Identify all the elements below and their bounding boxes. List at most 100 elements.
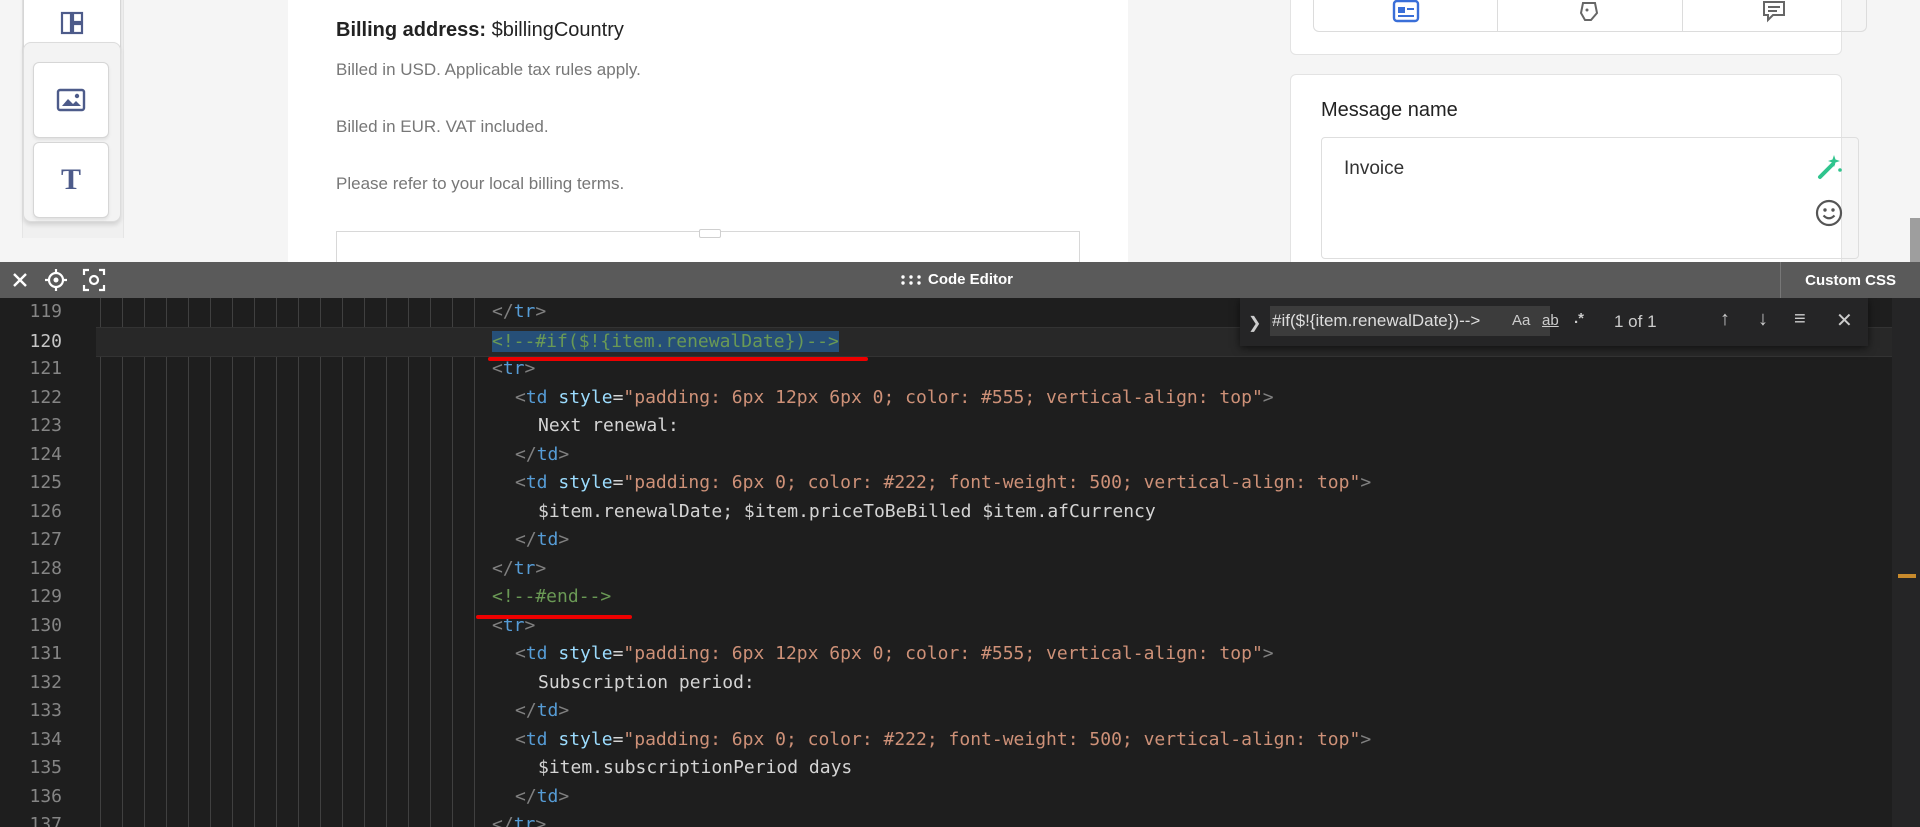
billing-note-local[interactable]: Please refer to your local billing terms… — [336, 174, 624, 194]
image-tool[interactable] — [33, 62, 109, 138]
code-token: </ — [515, 700, 537, 721]
line-number: 132 — [29, 671, 62, 693]
close-find-icon[interactable]: ✕ — [1836, 308, 1853, 333]
line-number: 133 — [29, 700, 62, 721]
code-text: Subscription period: — [538, 669, 755, 698]
code-line[interactable]: 122 <td style="padding: 6px 12px 6px 0; c… — [0, 384, 1900, 413]
whole-word-toggle[interactable]: ab — [1542, 312, 1559, 329]
page-scrollbar[interactable] — [1910, 218, 1920, 262]
billing-address-line[interactable]: Billing address: $billingCountry — [336, 19, 624, 42]
code-token: td — [525, 643, 548, 664]
previous-match-icon[interactable]: ↑ — [1720, 308, 1730, 331]
code-token: > — [1360, 472, 1372, 493]
next-match-icon[interactable]: ↓ — [1758, 308, 1768, 331]
emoji-icon[interactable] — [1814, 198, 1844, 233]
line-number: 137 — [29, 814, 62, 827]
message-name-value: Invoice — [1344, 158, 1405, 179]
code-token: "padding: 6px 12px 6px 0; color: #555; v… — [623, 643, 1263, 664]
code-token: tr — [513, 301, 536, 322]
find-query: #if($!{item.renewalDate})--> — [1272, 311, 1481, 330]
message-name-card: Message name Invoice — [1290, 74, 1859, 262]
code-token: style — [558, 472, 613, 493]
code-token: < — [515, 728, 526, 750]
annotation-underline — [476, 615, 632, 619]
line-number: 130 — [29, 614, 62, 636]
paint-icon — [1579, 2, 1599, 21]
code-text: </tr> — [492, 555, 546, 584]
code-line[interactable]: 123 Next renewal: — [0, 412, 1900, 441]
layout-icon — [60, 11, 84, 35]
toggle-replace-icon[interactable]: ❯ — [1248, 313, 1261, 333]
match-case-toggle[interactable]: Aa — [1512, 312, 1530, 329]
code-line[interactable]: 124 </td> — [0, 441, 1900, 470]
code-line[interactable]: 135 $item.subscriptionPeriod days — [0, 754, 1900, 783]
line-number: 129 — [29, 586, 62, 607]
code-token: > — [535, 814, 547, 827]
tab-comments[interactable] — [1683, 0, 1866, 31]
code-token: < — [492, 358, 503, 379]
code-text: Next renewal: — [538, 412, 679, 441]
code-line[interactable]: 132 Subscription period: — [0, 669, 1900, 698]
code-token: tr — [502, 358, 525, 379]
editor-title[interactable]: Code Editor — [900, 271, 1013, 288]
comment-icon — [1763, 1, 1786, 23]
code-line[interactable]: 128 </tr> — [0, 555, 1900, 584]
find-in-selection-icon[interactable]: ≡ — [1794, 308, 1806, 331]
code-token: < — [515, 643, 526, 664]
code-token: <!--#end--> — [492, 586, 612, 607]
resize-handle[interactable] — [699, 229, 721, 238]
text-icon: T — [60, 163, 81, 196]
code-line[interactable]: 127 </td> — [0, 526, 1900, 555]
focus-button[interactable] — [76, 262, 112, 298]
code-line[interactable]: 137 </tr> — [0, 811, 1900, 827]
code-token: > — [1360, 728, 1372, 750]
code-token: </ — [492, 814, 514, 827]
tab-content[interactable] — [1314, 0, 1499, 31]
code-line[interactable]: 131 <td style="padding: 6px 12px 6px 0; c… — [0, 640, 1900, 669]
ai-wand-icon[interactable] — [1814, 152, 1844, 187]
billing-address-value: $billingCountry — [491, 19, 624, 41]
line-number: 127 — [29, 529, 62, 550]
code-token: "padding: 6px 0; color: #222; font-weigh… — [623, 728, 1361, 750]
code-line[interactable]: 129 <!--#end--> — [0, 583, 1900, 612]
code-text: </td> — [515, 697, 569, 726]
code-text: $item.subscriptionPeriod days — [538, 754, 852, 783]
line-number: 126 — [29, 500, 62, 522]
billing-note-usd[interactable]: Billed in USD. Applicable tax rules appl… — [336, 60, 641, 80]
regex-toggle[interactable]: .* — [1574, 310, 1584, 327]
code-line[interactable]: 130 <tr> — [0, 612, 1900, 641]
text-tool[interactable]: T — [33, 142, 109, 218]
code-token: </ — [515, 529, 537, 550]
code-editor[interactable]: 119 </tr> 120 <!--#if($!{item.renewalDate})… — [0, 298, 1920, 827]
close-icon — [13, 273, 27, 287]
billing-note-eur[interactable]: Billed in EUR. VAT included. — [336, 117, 549, 137]
code-token: < — [515, 472, 526, 493]
line-number: 125 — [29, 472, 62, 493]
code-line[interactable]: 126 $item.renewalDate; $item.priceToBeBil… — [0, 498, 1900, 527]
locate-element-button[interactable] — [38, 262, 74, 298]
code-text: <!--#if($!{item.renewalDate})--> — [492, 328, 839, 357]
code-line[interactable]: 136 </td> — [0, 783, 1900, 812]
email-canvas: Billing address: $billingCountry Billed … — [288, 0, 1128, 262]
editor-title-label: Code Editor — [928, 271, 1013, 288]
code-line[interactable]: 134 <td style="padding: 6px 0; color: #22… — [0, 726, 1900, 755]
code-text: <td style="padding: 6px 12px 6px 0; colo… — [515, 640, 1274, 669]
settings-tabs-card — [1290, 0, 1867, 55]
code-token: style — [558, 643, 613, 664]
editor-scrollbar[interactable] — [1892, 298, 1920, 827]
code-text: </td> — [515, 441, 569, 470]
code-token: style — [558, 386, 613, 408]
custom-css-tab[interactable]: Custom CSS — [1780, 262, 1920, 298]
code-text: </tr> — [492, 298, 546, 327]
code-token: td — [536, 785, 559, 807]
code-line[interactable]: 125 <td style="padding: 6px 0; color: #22… — [0, 469, 1900, 498]
message-name-input[interactable]: Invoice — [1321, 137, 1859, 259]
tab-style[interactable] — [1498, 0, 1683, 31]
code-line[interactable]: 121 <tr> — [0, 355, 1900, 384]
close-editor-button[interactable] — [2, 262, 38, 298]
find-input[interactable]: #if($!{item.renewalDate})--> — [1270, 306, 1550, 336]
builder-area: T Billing address: $billingCountry Bille… — [0, 0, 1920, 262]
code-line[interactable]: 133 </td> — [0, 697, 1900, 726]
code-token: > — [558, 529, 570, 550]
code-token: </ — [515, 443, 537, 465]
